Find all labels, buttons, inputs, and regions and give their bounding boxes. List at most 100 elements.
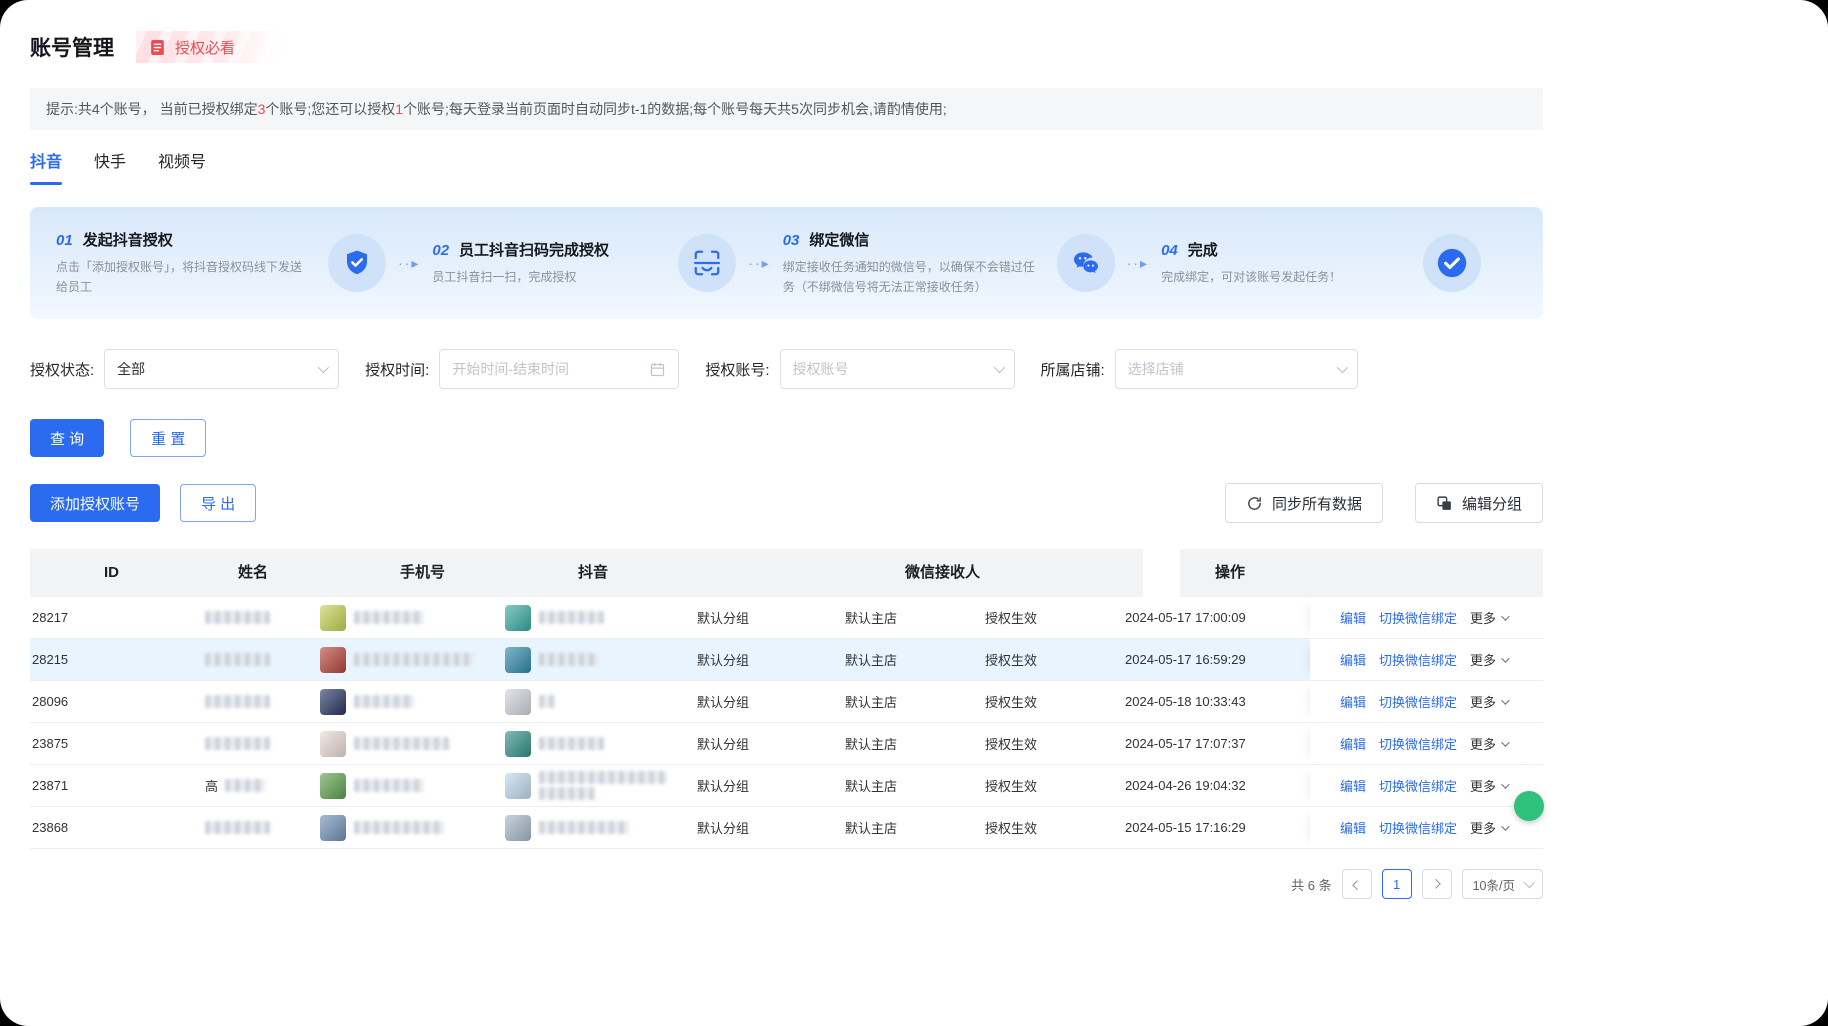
switch-wechat-link[interactable]: 切换微信绑定 <box>1379 776 1457 795</box>
step-title: 发起抖音授权 <box>83 229 173 250</box>
edit-link[interactable]: 编辑 <box>1340 818 1366 837</box>
cell-store: 默认主店 <box>830 807 965 848</box>
cell-actions: 编辑 切换微信绑定 更多 <box>1310 765 1543 806</box>
redacted-text <box>539 787 595 800</box>
more-link[interactable]: 更多 <box>1470 776 1507 795</box>
redacted-text <box>354 821 444 834</box>
more-link[interactable]: 更多 <box>1470 650 1507 669</box>
fixed-column-gap <box>1143 549 1180 597</box>
avatar <box>320 605 346 631</box>
more-link[interactable]: 更多 <box>1470 734 1507 753</box>
cell-phone <box>320 639 505 680</box>
step-number: 02 <box>432 242 449 259</box>
page-size-select[interactable]: 10条/页 <box>1462 869 1543 899</box>
avatar <box>320 773 346 799</box>
store-select[interactable]: 选择店铺 <box>1115 349 1358 389</box>
page-header: 账号管理 授权必看 <box>30 30 1543 64</box>
cell-group: 默认分组 <box>690 807 830 848</box>
more-link[interactable]: 更多 <box>1470 818 1507 837</box>
cell-auth-time: 2024-05-15 17:16:29 <box>1105 807 1310 848</box>
step-2: 02 员工抖音扫码完成授权 员工抖音扫一扫，完成授权 <box>432 234 736 292</box>
switch-wechat-link[interactable]: 切换微信绑定 <box>1379 734 1457 753</box>
export-button[interactable]: 导 出 <box>180 484 256 522</box>
filter-label-account: 授权账号: <box>705 359 769 380</box>
page-number-button[interactable]: 1 <box>1382 869 1412 899</box>
chevron-down-icon <box>1336 362 1347 373</box>
avatar <box>505 815 531 841</box>
edit-link[interactable]: 编辑 <box>1340 734 1366 753</box>
more-link[interactable]: 更多 <box>1470 692 1507 711</box>
cell-auth-time: 2024-05-18 10:33:43 <box>1105 681 1310 722</box>
step-desc: 员工抖音扫一扫，完成授权 <box>432 267 662 287</box>
check-circle-icon <box>1423 234 1481 292</box>
switch-wechat-link[interactable]: 切换微信绑定 <box>1379 650 1457 669</box>
table-row: 23871 高 默认分组 默认主店 授权生效 2024-04-26 19:04:… <box>30 765 1543 807</box>
chevron-down-icon <box>993 362 1004 373</box>
edit-group-button[interactable]: 编辑分组 <box>1415 483 1543 523</box>
cell-name: 高 <box>180 765 320 806</box>
cell-status: 授权生效 <box>965 807 1105 848</box>
wechat-icon <box>1057 234 1115 292</box>
auth-time-range-input[interactable]: 开始时间-结束时间 <box>439 349 679 389</box>
switch-wechat-link[interactable]: 切换微信绑定 <box>1379 608 1457 627</box>
cell-status: 授权生效 <box>965 639 1105 680</box>
edit-link[interactable]: 编辑 <box>1340 776 1366 795</box>
cell-auth-time: 2024-05-17 17:00:09 <box>1105 597 1310 638</box>
avatar <box>320 815 346 841</box>
filter-label-time: 授权时间: <box>365 359 429 380</box>
step-desc: 点击「添加授权账号」，将抖音授权码线下发送给员工 <box>56 257 312 298</box>
cell-name <box>180 681 320 722</box>
add-auth-account-button[interactable]: 添加授权账号 <box>30 484 160 522</box>
calendar-icon <box>649 361 666 378</box>
chevron-down-icon <box>1501 696 1509 704</box>
step-1: 01 发起抖音授权 点击「添加授权账号」，将抖音授权码线下发送给员工 <box>56 229 386 298</box>
edit-link[interactable]: 编辑 <box>1340 650 1366 669</box>
cell-status: 授权生效 <box>965 723 1105 764</box>
tab-kuaishou[interactable]: 快手 <box>94 148 126 185</box>
chevron-down-icon <box>1501 822 1509 830</box>
cell-id: 23871 <box>30 765 180 806</box>
sync-all-button[interactable]: 同步所有数据 <box>1225 483 1383 523</box>
redacted-text <box>205 737 270 750</box>
cell-phone <box>320 597 505 638</box>
prev-page-button[interactable] <box>1342 869 1372 899</box>
auth-account-select[interactable]: 授权账号 <box>780 349 1015 389</box>
reset-button[interactable]: 重 置 <box>130 419 206 457</box>
redacted-text <box>205 821 270 834</box>
authorization-guide-badge[interactable]: 授权必看 <box>136 31 287 63</box>
next-page-button[interactable] <box>1422 869 1452 899</box>
avatar <box>320 731 346 757</box>
query-button[interactable]: 查 询 <box>30 419 104 457</box>
more-link[interactable]: 更多 <box>1470 608 1507 627</box>
floating-help-button[interactable] <box>1514 791 1544 821</box>
cell-actions: 编辑 切换微信绑定 更多 <box>1310 807 1543 848</box>
authorization-steps-banner: 01 发起抖音授权 点击「添加授权账号」，将抖音授权码线下发送给员工 ··▸ 0… <box>30 207 1543 319</box>
tab-douyin[interactable]: 抖音 <box>30 148 62 185</box>
header-wechat-receiver: 微信接收人 <box>905 549 980 597</box>
auth-status-select[interactable]: 全部 <box>104 349 339 389</box>
cell-actions: 编辑 切换微信绑定 更多 <box>1310 723 1543 764</box>
cell-douyin <box>505 597 690 638</box>
tab-shipinhao[interactable]: 视频号 <box>158 148 206 185</box>
dotted-arrow-icon: ··▸ <box>748 255 770 272</box>
switch-wechat-link[interactable]: 切换微信绑定 <box>1379 692 1457 711</box>
cell-actions: 编辑 切换微信绑定 更多 <box>1310 639 1543 680</box>
switch-wechat-link[interactable]: 切换微信绑定 <box>1379 818 1457 837</box>
table-row: 23868 默认分组 默认主店 授权生效 2024-05-15 17:16:29… <box>30 807 1543 849</box>
avatar <box>505 689 531 715</box>
cell-group: 默认分组 <box>690 723 830 764</box>
edit-link[interactable]: 编辑 <box>1340 608 1366 627</box>
redacted-text <box>354 653 474 666</box>
cell-douyin <box>505 681 690 722</box>
cell-auth-time: 2024-05-17 16:59:29 <box>1105 639 1310 680</box>
filter-label-status: 授权状态: <box>30 359 94 380</box>
pagination: 共 6 条 1 10条/页 <box>30 869 1543 899</box>
edit-link[interactable]: 编辑 <box>1340 692 1366 711</box>
redacted-text <box>354 611 424 624</box>
redacted-text <box>539 695 555 708</box>
redacted-text <box>539 737 604 750</box>
cell-id: 28096 <box>30 681 180 722</box>
redacted-text <box>354 737 449 750</box>
cell-store: 默认主店 <box>830 681 965 722</box>
table-row: 28096 默认分组 默认主店 授权生效 2024-05-18 10:33:43… <box>30 681 1543 723</box>
